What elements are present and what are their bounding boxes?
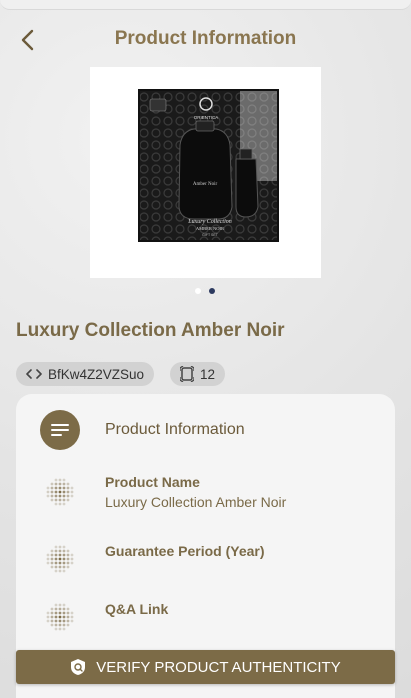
carousel-dot[interactable]	[195, 288, 201, 294]
carousel-dot-active[interactable]	[209, 288, 215, 294]
verify-authenticity-button[interactable]: VERIFY PRODUCT AUTHENTICITY	[16, 650, 395, 684]
dots-icon	[44, 476, 76, 508]
scan-count-chip[interactable]: 12	[170, 362, 226, 386]
verify-label: VERIFY PRODUCT AUTHENTICITY	[96, 658, 341, 676]
scan-count: 12	[200, 366, 216, 382]
box-line: Luxury Collection	[187, 219, 232, 225]
list-icon	[51, 424, 69, 436]
carousel-dots	[195, 288, 219, 294]
field-label: Q&A Link	[105, 601, 169, 617]
product-photo: ORIENTICA Amber Noir Luxury Collection A…	[138, 89, 279, 242]
bottle-label: Amber Noir	[193, 182, 218, 187]
product-image[interactable]: ORIENTICA Amber Noir Luxury Collection A…	[90, 67, 321, 278]
code-chip[interactable]: BfKw4Z2VZSuo	[16, 362, 155, 386]
dots-icon	[44, 601, 76, 633]
product-title: Luxury Collection Amber Noir	[16, 320, 285, 341]
box-brand: ORIENTICA	[194, 115, 219, 120]
field-value: Luxury Collection Amber Noir	[105, 494, 287, 510]
box-name: AMBER NOIR	[196, 226, 224, 231]
product-code: BfKw4Z2VZSuo	[48, 366, 145, 382]
app-header: Product Information	[0, 22, 411, 58]
field-label: Guarantee Period (Year)	[105, 543, 265, 559]
top-strip	[0, 0, 411, 10]
panel-heading: Product Information	[105, 421, 245, 438]
code-icon	[26, 369, 42, 379]
box-sub: GIFT SET	[202, 233, 219, 237]
field-label: Product Name	[105, 474, 200, 490]
dots-icon	[44, 543, 76, 575]
shield-icon	[71, 659, 86, 675]
product-chips: BfKw4Z2VZSuo 12	[16, 362, 226, 386]
panel-header-icon	[40, 410, 80, 450]
page-title: Product Information	[114, 28, 297, 49]
scan-icon	[180, 366, 195, 382]
